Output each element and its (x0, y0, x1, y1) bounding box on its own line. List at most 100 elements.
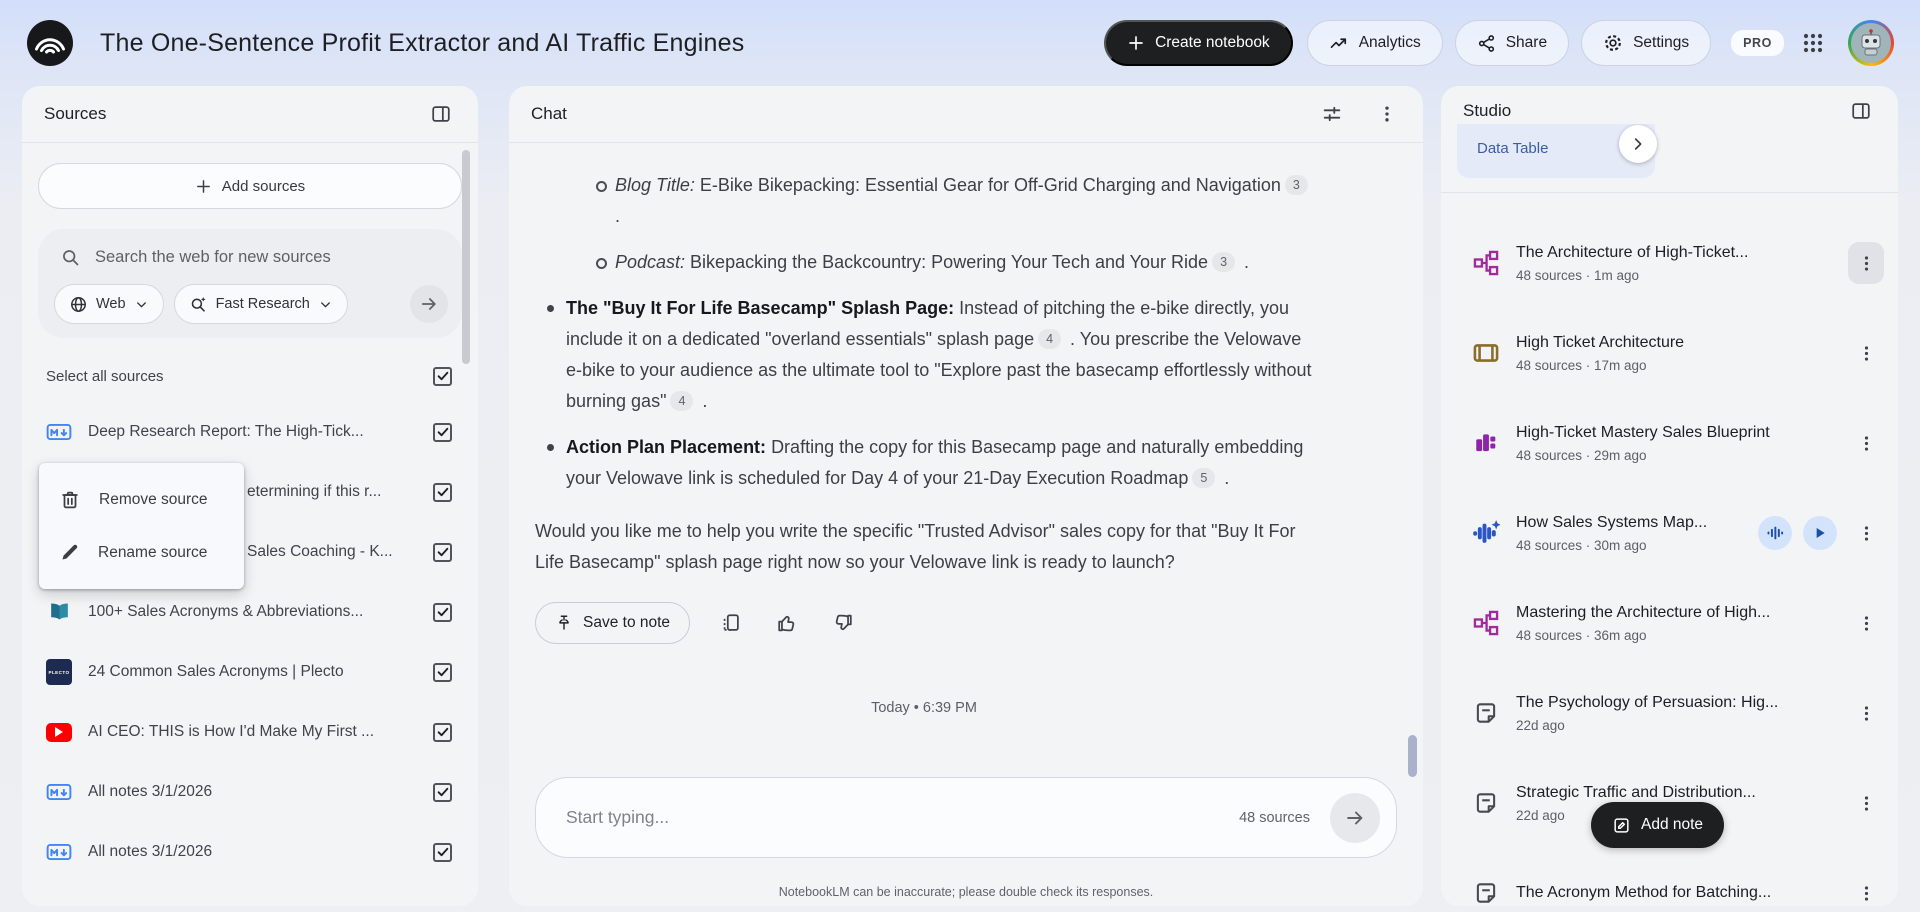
citation-chip[interactable]: 3 (1284, 175, 1308, 195)
source-row[interactable]: 100+ Sales Acronyms & Abbreviations... (22, 582, 478, 642)
markdown-icon (46, 839, 72, 865)
studio-item-meta: 48 sources · 36m ago (1516, 627, 1647, 643)
collapse-studio-panel-icon[interactable] (1846, 96, 1876, 126)
chat-settings-sliders-icon[interactable] (1317, 99, 1347, 129)
more-options-button[interactable] (1848, 242, 1884, 284)
create-notebook-button[interactable]: Create notebook (1104, 20, 1293, 66)
sources-panel-header: Sources (22, 86, 478, 143)
source-checkbox[interactable] (433, 722, 452, 742)
settings-button[interactable]: Settings (1581, 20, 1712, 66)
remove-source-menu-item[interactable]: Remove source (39, 473, 244, 526)
send-message-button[interactable] (1330, 792, 1380, 843)
chat-more-options-icon[interactable] (1373, 100, 1401, 128)
studio-item-meta: 48 sources · 17m ago (1516, 357, 1647, 373)
more-options-button[interactable] (1848, 782, 1884, 824)
interactive-audio-button[interactable] (1758, 516, 1792, 550)
more-options-button[interactable] (1848, 602, 1884, 644)
citation-chip[interactable]: 4 (1038, 329, 1062, 349)
pin-icon (555, 614, 573, 632)
text-segment: . (1239, 252, 1250, 272)
sources-panel: Sources Add sources Search the web for n… (22, 86, 478, 906)
add-note-button[interactable]: Add note (1591, 802, 1725, 848)
source-checkbox[interactable] (433, 782, 452, 802)
submit-search-button[interactable] (410, 285, 448, 323)
studio-item[interactable]: The Psychology of Persuasion: Hig... 22d … (1441, 668, 1898, 758)
source-title: Deep Research Report: The High-Tick... (88, 423, 364, 440)
source-title: 24 Common Sales Acronyms | Plecto (88, 663, 344, 680)
search-input[interactable]: Search the web for new sources (54, 247, 448, 284)
thumbs-down-icon[interactable] (828, 608, 858, 638)
chips-next-button[interactable] (1619, 125, 1657, 163)
play-button[interactable] (1803, 516, 1837, 550)
text-segment: Podcast: (615, 252, 691, 272)
citation-chip[interactable]: 5 (1192, 468, 1216, 488)
source-row[interactable]: Deep Research Report: The High-Tick... (22, 402, 478, 462)
more-options-button[interactable] (1848, 872, 1884, 906)
source-title: AI CEO: THIS is How I'd Make My First ..… (88, 723, 375, 740)
studio-item[interactable]: How Sales Systems Map... 48 sources · 30m… (1441, 488, 1898, 578)
source-row[interactable]: AI CEO: THIS is How I'd Make My First ..… (22, 702, 478, 762)
studio-divider (1441, 192, 1898, 193)
user-avatar[interactable] (1848, 20, 1894, 66)
chat-input[interactable]: Start typing... (566, 807, 1239, 828)
studio-item[interactable]: The Architecture of High-Ticket... 48 sou… (1441, 218, 1898, 308)
save-to-note-button[interactable]: Save to note (535, 602, 691, 644)
research-mode-dropdown[interactable]: Fast Research (173, 284, 348, 324)
studio-item-text: The Psychology of Persuasion: Hig... 22d … (1516, 694, 1833, 733)
source-row[interactable]: PLECTO 24 Common Sales Acronyms | Plecto (22, 642, 478, 702)
thumbs-up-icon[interactable] (772, 608, 802, 638)
more-options-button[interactable] (1848, 692, 1884, 734)
studio-item-title: The Acronym Method for Batching... (1516, 884, 1772, 901)
source-row[interactable]: All notes 3/1/2026 (22, 762, 478, 822)
book-icon (46, 599, 72, 625)
share-button[interactable]: Share (1454, 20, 1570, 66)
studio-item-text: The Architecture of High-Ticket... 48 sou… (1516, 244, 1833, 283)
select-all-checkbox[interactable] (433, 366, 452, 386)
studio-item-actions (1848, 332, 1884, 374)
source-checkbox[interactable] (433, 662, 452, 682)
studio-item-actions (1848, 782, 1884, 824)
collapse-sources-panel-icon[interactable] (426, 99, 456, 129)
notebook-title[interactable]: The One-Sentence Profit Extractor and AI… (100, 29, 744, 58)
source-checkbox[interactable] (433, 482, 452, 502)
sources-scrollbar[interactable] (462, 150, 470, 364)
studio-item[interactable]: The Acronym Method for Batching... (1441, 848, 1898, 906)
citation-chip[interactable]: 3 (1212, 252, 1236, 272)
apps-grid-icon[interactable] (1798, 28, 1828, 58)
studio-item-actions (1848, 692, 1884, 734)
more-options-button[interactable] (1848, 422, 1884, 464)
source-title: 100+ Sales Acronyms & Abbreviations... (88, 603, 364, 620)
trash-icon (59, 489, 81, 511)
assistant-message: Blog Title: E-Bike Bikepacking: Essentia… (535, 170, 1313, 578)
studio-item-title: Strategic Traffic and Distribution... (1516, 783, 1756, 801)
frame-icon (1471, 338, 1501, 368)
source-checkbox[interactable] (433, 842, 452, 862)
studio-item-meta: 48 sources · 29m ago (1516, 447, 1647, 463)
rename-source-menu-item[interactable]: Rename source (39, 526, 244, 579)
add-sources-button[interactable]: Add sources (38, 163, 462, 209)
text-segment: Would you like me to help you write the … (535, 521, 1296, 572)
studio-item[interactable]: High-Ticket Mastery Sales Blueprint 48 so… (1441, 398, 1898, 488)
studio-item[interactable]: Mastering the Architecture of High... 48 … (1441, 578, 1898, 668)
plus-icon (1127, 34, 1145, 52)
search-placeholder: Search the web for new sources (95, 248, 331, 266)
web-source-dropdown[interactable]: Web (54, 284, 164, 324)
copy-icon[interactable] (716, 608, 746, 638)
source-checkbox[interactable] (433, 422, 452, 442)
chat-bullet-item: Podcast: Bikepacking the Backcountry: Po… (535, 247, 1313, 278)
youtube-icon (46, 719, 72, 745)
more-options-button[interactable] (1848, 332, 1884, 374)
more-options-button[interactable] (1848, 512, 1884, 554)
markdown-icon (46, 779, 72, 805)
notebooklm-logo-icon[interactable] (26, 19, 74, 67)
studio-item[interactable]: High Ticket Architecture 48 sources · 17m… (1441, 308, 1898, 398)
citation-chip[interactable]: 4 (670, 391, 694, 411)
studio-item-title: The Architecture of High-Ticket... (1516, 243, 1749, 261)
source-checkbox[interactable] (433, 602, 452, 622)
studio-item-meta: 48 sources · 1m ago (1516, 267, 1640, 283)
source-checkbox[interactable] (433, 542, 452, 562)
search-options-row: Web Fast Research (54, 284, 448, 324)
analytics-button[interactable]: Analytics (1306, 20, 1443, 66)
source-row[interactable]: All notes 3/1/2026 (22, 822, 478, 882)
chat-scrollbar[interactable] (1408, 735, 1417, 777)
